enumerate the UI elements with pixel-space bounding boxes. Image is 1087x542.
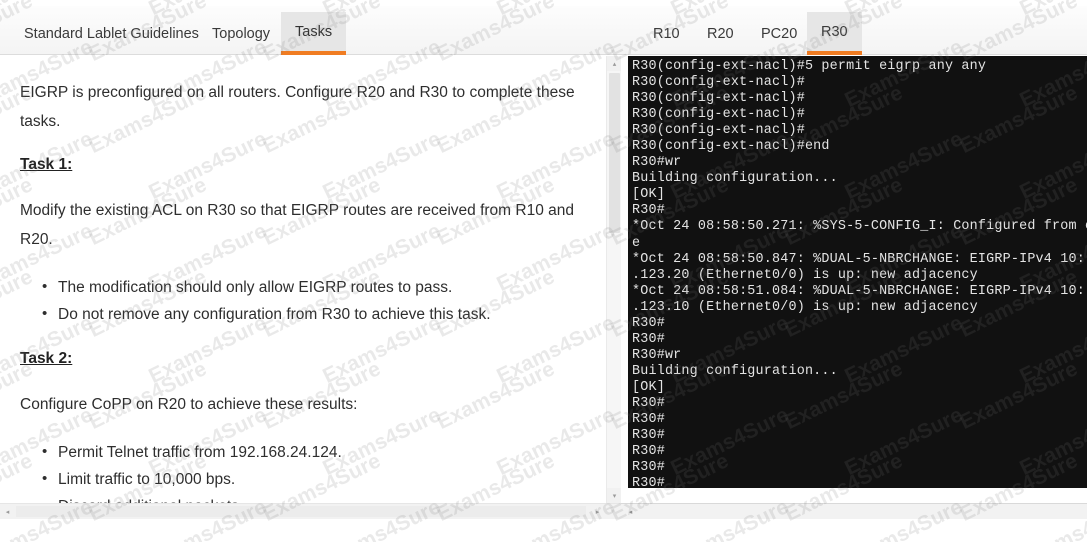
task1-heading: Task 1: (20, 156, 576, 174)
tab-standard-lablet-guidelines[interactable]: Standard Lablet Guidelines (10, 12, 213, 55)
scroll-up-icon[interactable]: ▴ (607, 56, 621, 71)
instructions-horizontal-scrollbar[interactable]: ◂ ▸ (0, 503, 621, 519)
terminal-line: R30# (632, 412, 1087, 428)
terminal-line: [OK] (632, 380, 1087, 396)
task2-bullet-list: Permit Telnet traffic from 192.168.24.12… (20, 439, 576, 503)
terminal-line: R30(config-ext-nacl)# (632, 123, 1087, 139)
task2-heading: Task 2: (20, 350, 576, 368)
terminal-line: R30(config-ext-nacl)#5 permit eigrp any … (632, 59, 1087, 75)
tab-label: R30 (821, 24, 848, 40)
tab-r20[interactable]: R20 (693, 12, 748, 55)
terminal-line: .123.20 (Ethernet0/0) is up: new adjacen… (632, 268, 1087, 284)
device-tab-bar: R10 R20 PC20 R30 (621, 6, 1087, 55)
list-item: Discard additional packets. (56, 493, 576, 503)
terminal-line: R30# (632, 203, 1087, 219)
terminal-line: R30(config-ext-nacl)# (632, 91, 1087, 107)
terminal-line: R30#wr (632, 155, 1087, 171)
list-item: Permit Telnet traffic from 192.168.24.12… (56, 439, 576, 466)
task2-body: Configure CoPP on R20 to achieve these r… (20, 390, 576, 419)
list-item: Do not remove any configuration from R30… (56, 301, 576, 328)
terminal-line: R30# (632, 396, 1087, 412)
terminal-line: *Oct 24 08:58:50.271: %SYS-5-CONFIG_I: C… (632, 219, 1087, 235)
scroll-down-icon[interactable]: ▾ (607, 488, 621, 503)
router-console-terminal[interactable]: R30(config-ext-nacl)#5 permit eigrp any … (628, 56, 1087, 488)
terminal-line: R30(config-ext-nacl)# (632, 75, 1087, 91)
tasks-content: EIGRP is preconfigured on all routers. C… (0, 56, 606, 503)
tab-label: R20 (707, 26, 734, 42)
list-item: Limit traffic to 10,000 bps. (56, 466, 576, 493)
tab-r30[interactable]: R30 (807, 12, 862, 55)
terminal-line: R30# (632, 460, 1087, 476)
instructions-tab-bar: Standard Lablet Guidelines Topology Task… (0, 6, 621, 55)
terminal-line: R30# (632, 332, 1087, 348)
tab-pc20[interactable]: PC20 (747, 12, 811, 55)
page-bottom-strip (0, 519, 1087, 542)
horizontal-scroll-thumb[interactable] (16, 506, 586, 517)
tab-label: PC20 (761, 26, 797, 42)
lab-exam-window: Standard Lablet Guidelines Topology Task… (0, 0, 1087, 542)
scroll-left-icon[interactable]: ◂ (0, 504, 15, 519)
terminal-line: R30# (632, 316, 1087, 332)
terminal-line: R30# (632, 476, 1087, 488)
console-panel: R10 R20 PC20 R30 R30(config-ext-nacl)#5 … (621, 0, 1087, 519)
task1-bullet-list: The modification should only allow EIGRP… (20, 274, 576, 328)
tab-topology[interactable]: Topology (198, 12, 284, 55)
instructions-vertical-scrollbar[interactable]: ▴ ▾ (606, 56, 621, 503)
terminal-line: R30#wr (632, 348, 1087, 364)
terminal-line: R30(config-ext-nacl)# (632, 107, 1087, 123)
tab-tasks[interactable]: Tasks (281, 12, 346, 55)
terminal-line: Building configuration... (632, 171, 1087, 187)
list-item: The modification should only allow EIGRP… (56, 274, 576, 301)
tab-label: Standard Lablet Guidelines (24, 26, 199, 42)
terminal-line: R30# (632, 428, 1087, 444)
terminal-line: e (632, 236, 1087, 252)
terminal-line: R30# (632, 444, 1087, 460)
instructions-panel: Standard Lablet Guidelines Topology Task… (0, 0, 621, 519)
tab-label: Tasks (295, 24, 332, 40)
task1-body: Modify the existing ACL on R30 so that E… (20, 196, 576, 254)
tab-label: Topology (212, 26, 270, 42)
terminal-line: [OK] (632, 187, 1087, 203)
terminal-line: Building configuration... (632, 364, 1087, 380)
scroll-left-icon[interactable]: ◂ (623, 504, 638, 519)
console-horizontal-scrollbar[interactable]: ◂ (621, 503, 1087, 519)
tab-r10[interactable]: R10 (639, 12, 694, 55)
terminal-line: *Oct 24 08:58:51.084: %DUAL-5-NBRCHANGE:… (632, 284, 1087, 300)
tab-label: R10 (653, 26, 680, 42)
terminal-line: *Oct 24 08:58:50.847: %DUAL-5-NBRCHANGE:… (632, 252, 1087, 268)
vertical-scroll-thumb[interactable] (609, 73, 620, 233)
terminal-line: .123.10 (Ethernet0/0) is up: new adjacen… (632, 300, 1087, 316)
terminal-line: R30(config-ext-nacl)#end (632, 139, 1087, 155)
intro-paragraph: EIGRP is preconfigured on all routers. C… (20, 78, 576, 136)
scroll-right-icon[interactable]: ▸ (590, 504, 605, 519)
